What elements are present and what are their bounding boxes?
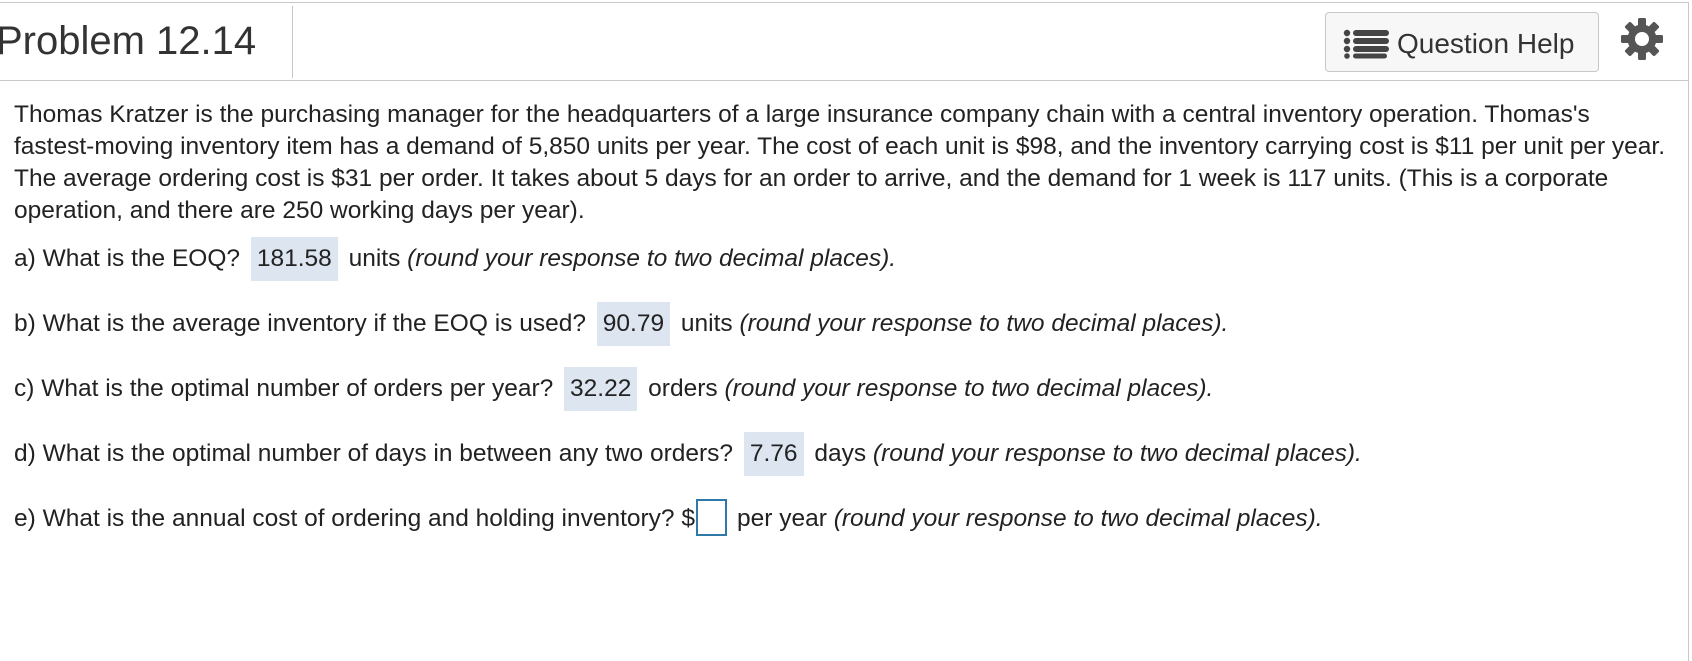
question-prompt: d) What is the optimal number of days in… <box>14 440 734 467</box>
gear-icon[interactable] <box>1620 17 1664 61</box>
answer-field-b[interactable]: 90.79 <box>596 302 671 346</box>
unit-label: days <box>814 440 867 467</box>
list-icon <box>1343 29 1389 59</box>
question-c: c) What is the optimal number of orders … <box>14 367 1213 411</box>
answer-field-d[interactable]: 7.76 <box>743 432 804 476</box>
rounding-hint: (round your response to two decimal plac… <box>739 310 1229 337</box>
unit-label: units <box>348 245 401 272</box>
question-b: b) What is the average inventory if the … <box>14 302 1228 346</box>
question-help-label: Question Help <box>1397 28 1575 59</box>
answer-input-e[interactable] <box>695 499 727 537</box>
rounding-hint: (round your response to two decimal plac… <box>724 375 1214 402</box>
unit-label: orders <box>648 375 718 402</box>
question-prompt: b) What is the average inventory if the … <box>14 310 586 337</box>
answer-field-a[interactable]: 181.58 <box>250 237 338 281</box>
unit-label: per year <box>736 505 827 532</box>
page-title: Problem 12.14 <box>0 19 257 63</box>
rounding-hint: (round your response to two decimal plac… <box>833 505 1323 532</box>
question-e: e) What is the annual cost of ordering a… <box>14 497 1323 541</box>
rounding-hint: (round your response to two decimal plac… <box>407 245 897 272</box>
question-prompt: e) What is the annual cost of ordering a… <box>14 505 695 532</box>
question-prompt: c) What is the optimal number of orders … <box>14 375 554 402</box>
question-a: a) What is the EOQ? 181.58 units (round … <box>14 237 896 281</box>
title-divider <box>292 6 293 78</box>
rounding-hint: (round your response to two decimal plac… <box>872 440 1362 467</box>
unit-label: units <box>680 310 733 337</box>
question-d: d) What is the optimal number of days in… <box>14 432 1362 476</box>
answer-field-c[interactable]: 32.22 <box>564 367 638 411</box>
problem-statement: Thomas Kratzer is the purchasing manager… <box>14 101 1666 224</box>
question-prompt: a) What is the EOQ? <box>14 245 241 272</box>
header-bar: Problem 12.14 Question Help <box>0 3 1689 81</box>
question-help-button[interactable]: Question Help <box>1325 12 1599 72</box>
problem-content: Thomas Kratzer is the purchasing manager… <box>14 99 1674 537</box>
